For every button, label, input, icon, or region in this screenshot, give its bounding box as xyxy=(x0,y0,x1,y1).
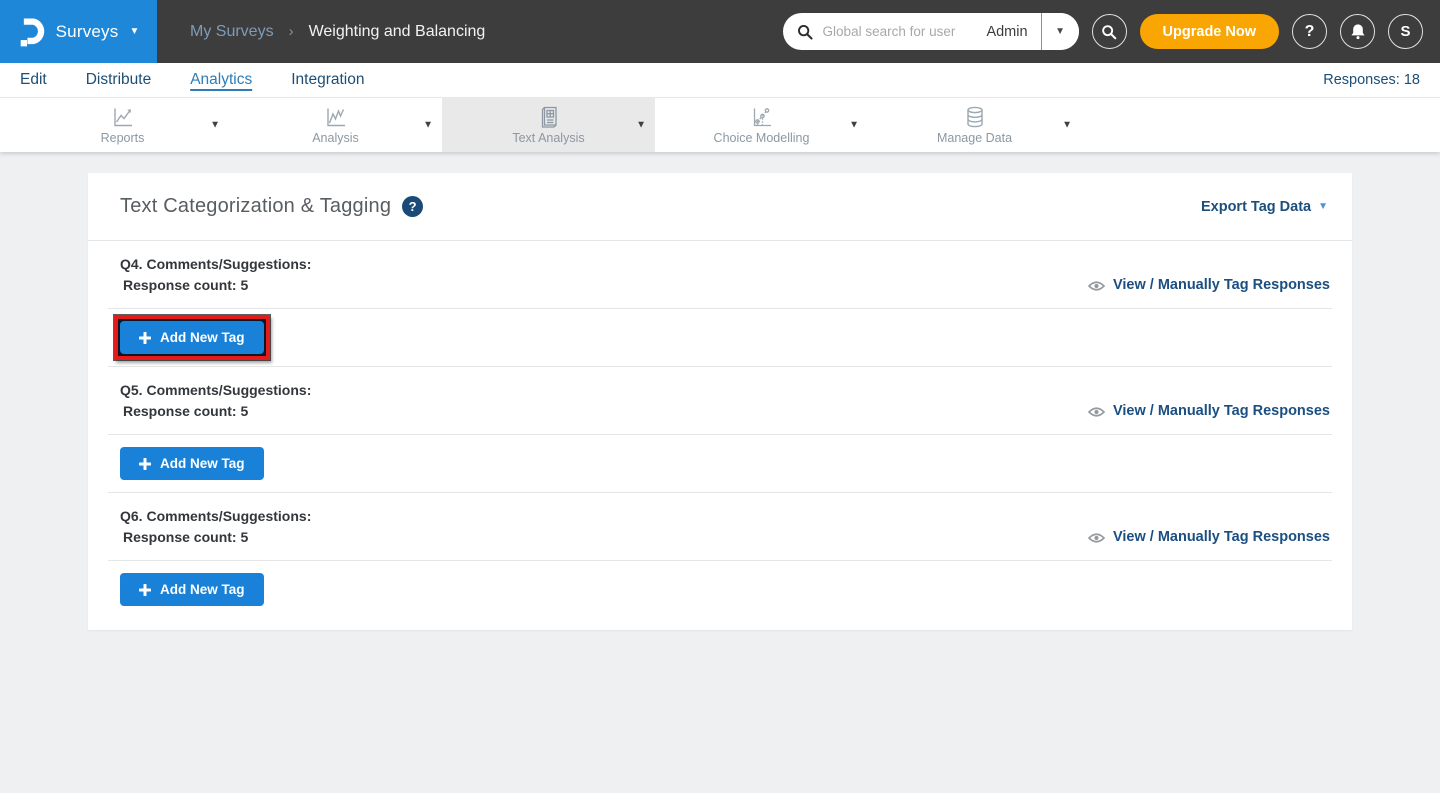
add-new-tag-button[interactable]: Add New Tag xyxy=(120,321,264,354)
breadcrumb-separator: › xyxy=(289,23,294,40)
response-count: Response count: 5 xyxy=(120,527,311,548)
main-content: Text Categorization & Tagging ? Export T… xyxy=(0,152,1440,630)
eye-icon xyxy=(1088,406,1105,418)
eye-icon xyxy=(1088,532,1105,544)
export-tag-data-dropdown[interactable]: Export Tag Data ▼ xyxy=(1201,199,1328,215)
view-link-label: View / Manually Tag Responses xyxy=(1113,401,1330,422)
brand-label: Surveys xyxy=(56,22,119,42)
chevron-down-icon: ▼ xyxy=(129,27,139,37)
question-mark-icon: ? xyxy=(1305,24,1315,40)
line-chart-icon xyxy=(111,105,135,129)
tab-label: Choice Modelling xyxy=(714,131,810,145)
notifications-button[interactable] xyxy=(1340,14,1375,49)
plus-icon xyxy=(139,332,151,344)
proprofs-logo-icon xyxy=(18,16,45,47)
response-count: Response count: 5 xyxy=(120,401,311,422)
survey-sub-nav: Edit Distribute Analytics Integration Re… xyxy=(0,63,1440,98)
eye-icon xyxy=(1088,280,1105,292)
help-icon[interactable]: ? xyxy=(402,196,423,217)
page-title: Text Categorization & Tagging xyxy=(120,195,391,218)
tab-text-analysis[interactable]: Text Analysis ▼ xyxy=(442,98,655,152)
search-icon xyxy=(796,23,814,41)
analysis-chart-icon xyxy=(324,105,348,129)
chevron-down-icon[interactable]: ▼ xyxy=(849,120,859,131)
search-scope-label[interactable]: Admin xyxy=(986,24,1040,40)
breadcrumb-current-survey: Weighting and Balancing xyxy=(309,23,486,41)
view-manually-tag-link[interactable]: View / Manually Tag Responses xyxy=(1088,527,1330,548)
chevron-down-icon[interactable]: ▼ xyxy=(423,120,433,131)
global-search-input[interactable] xyxy=(814,24,987,39)
bell-icon xyxy=(1350,23,1366,40)
chevron-down-icon: ▼ xyxy=(1055,26,1065,37)
question-section-q5: Q5. Comments/Suggestions: Response count… xyxy=(88,367,1352,493)
view-link-label: View / Manually Tag Responses xyxy=(1113,275,1330,296)
tab-label: Manage Data xyxy=(937,131,1012,145)
brand-surveys-menu[interactable]: Surveys ▼ xyxy=(0,0,157,63)
view-manually-tag-link[interactable]: View / Manually Tag Responses xyxy=(1088,401,1330,422)
view-manually-tag-link[interactable]: View / Manually Tag Responses xyxy=(1088,275,1330,296)
card-header: Text Categorization & Tagging ? Export T… xyxy=(88,173,1352,240)
nav-analytics[interactable]: Analytics xyxy=(190,71,252,89)
view-link-label: View / Manually Tag Responses xyxy=(1113,527,1330,548)
global-search: Admin ▼ xyxy=(783,13,1079,50)
chevron-down-icon: ▼ xyxy=(1318,201,1328,212)
scatter-chart-icon xyxy=(750,105,774,129)
top-bar: Surveys ▼ My Surveys › Weighting and Bal… xyxy=(0,0,1440,63)
account-avatar[interactable]: S xyxy=(1388,14,1423,49)
question-section-q6: Q6. Comments/Suggestions: Response count… xyxy=(88,493,1352,618)
nav-integration[interactable]: Integration xyxy=(291,71,364,89)
question-title: Q4. Comments/Suggestions: xyxy=(120,254,311,275)
question-title: Q6. Comments/Suggestions: xyxy=(120,506,311,527)
tab-manage-data[interactable]: Manage Data ▼ xyxy=(868,98,1081,152)
nav-edit[interactable]: Edit xyxy=(20,71,47,89)
text-tagging-card: Text Categorization & Tagging ? Export T… xyxy=(88,173,1352,630)
tab-reports[interactable]: Reports ▼ xyxy=(16,98,229,152)
tab-label: Text Analysis xyxy=(512,131,584,145)
avatar-initial: S xyxy=(1400,24,1410,39)
add-new-tag-label: Add New Tag xyxy=(160,456,245,471)
breadcrumb: My Surveys › Weighting and Balancing xyxy=(190,23,485,41)
red-highlight-annotation: Add New Tag xyxy=(114,315,270,360)
add-new-tag-button[interactable]: Add New Tag xyxy=(120,573,264,606)
add-new-tag-label: Add New Tag xyxy=(160,582,245,597)
tab-label: Reports xyxy=(101,131,145,145)
tab-choice-modelling[interactable]: Choice Modelling ▼ xyxy=(655,98,868,152)
search-button[interactable] xyxy=(1092,14,1127,49)
header-actions: Admin ▼ Upgrade Now ? S xyxy=(783,0,1423,63)
question-section-q4: Q4. Comments/Suggestions: Response count… xyxy=(88,241,1352,367)
plus-icon xyxy=(139,458,151,470)
upgrade-now-button[interactable]: Upgrade Now xyxy=(1140,14,1279,49)
responses-count: Responses: 18 xyxy=(1323,72,1420,88)
help-button[interactable]: ? xyxy=(1292,14,1327,49)
analytics-tab-bar: Reports ▼ Analysis ▼ Text Analysis ▼ xyxy=(0,98,1440,152)
chevron-down-icon[interactable]: ▼ xyxy=(636,120,646,131)
search-scope-dropdown-button[interactable]: ▼ xyxy=(1042,13,1079,50)
export-tag-data-label: Export Tag Data xyxy=(1201,199,1311,215)
question-title: Q5. Comments/Suggestions: xyxy=(120,380,311,401)
nav-distribute[interactable]: Distribute xyxy=(86,71,151,89)
tab-label: Analysis xyxy=(312,131,359,145)
response-count: Response count: 5 xyxy=(120,275,311,296)
chevron-down-icon[interactable]: ▼ xyxy=(210,120,220,131)
breadcrumb-my-surveys[interactable]: My Surveys xyxy=(190,23,274,41)
add-new-tag-button[interactable]: Add New Tag xyxy=(120,447,264,480)
tab-analysis[interactable]: Analysis ▼ xyxy=(229,98,442,152)
database-icon xyxy=(963,105,987,129)
text-document-icon xyxy=(537,105,561,129)
chevron-down-icon[interactable]: ▼ xyxy=(1062,120,1072,131)
plus-icon xyxy=(139,584,151,596)
add-new-tag-label: Add New Tag xyxy=(160,330,245,345)
